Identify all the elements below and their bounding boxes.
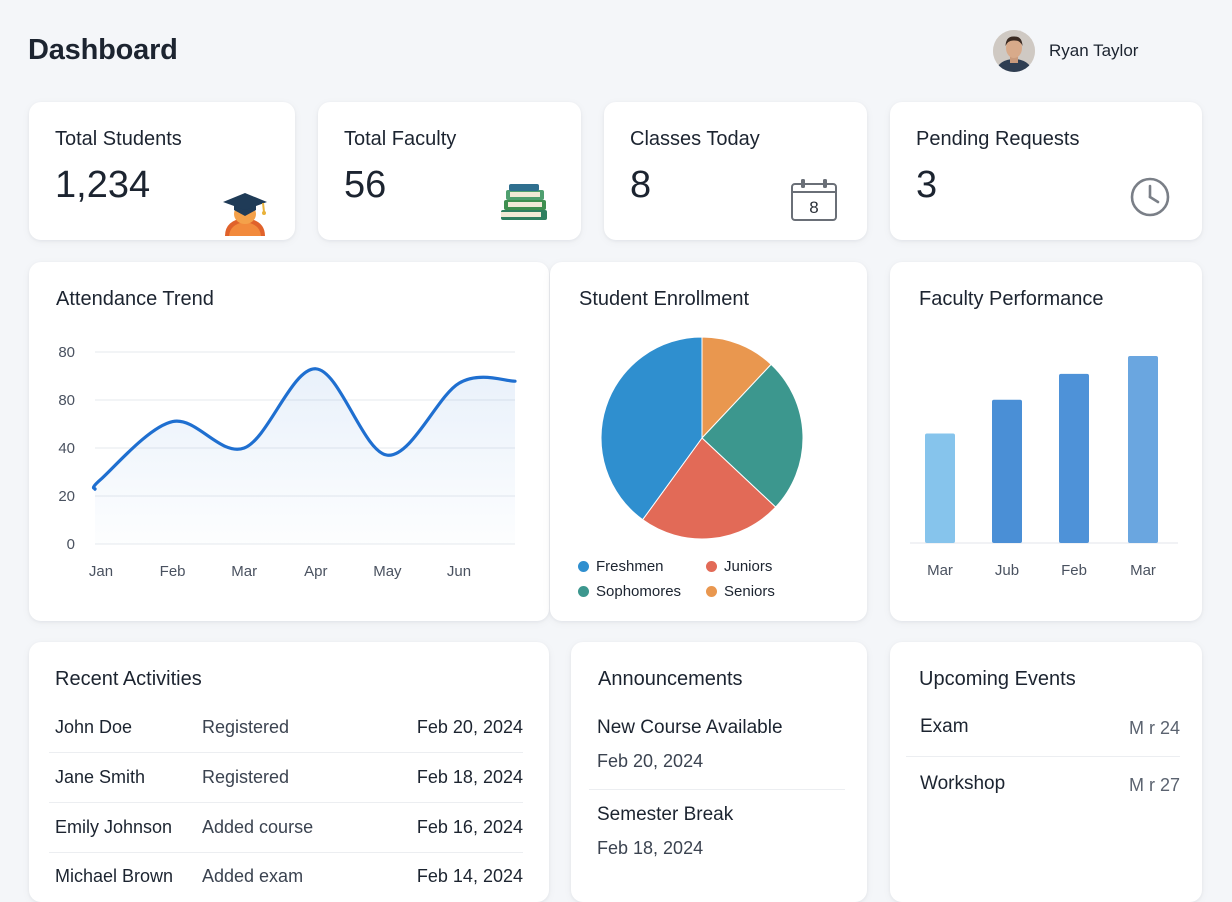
table-row[interactable]: Michael Brown Added exam Feb 14, 2024 xyxy=(49,852,523,902)
attendance-chart: 0 20 40 80 80 Jan Feb Mar Apr May Jun xyxy=(29,262,549,621)
stat-card-faculty[interactable]: Total Faculty 56 xyxy=(318,102,581,240)
event-item[interactable]: Exam M r 24 xyxy=(906,706,1180,750)
card-title: Recent Activities xyxy=(55,668,202,691)
x-tick-label: Jub xyxy=(995,562,1019,579)
table-row[interactable]: Emily Johnson Added course Feb 16, 2024 xyxy=(49,803,523,853)
activity-name: John Doe xyxy=(55,717,132,738)
legend-swatch xyxy=(578,561,589,572)
attendance-card: Attendance Trend 020408080JanFebMarAprMa… xyxy=(29,262,549,621)
activity-action: Registered xyxy=(202,717,289,738)
stat-label: Total Students xyxy=(55,128,182,151)
events-card: Upcoming Events Exam M r 24 Workshop M r… xyxy=(890,642,1202,902)
stat-value: 3 xyxy=(916,164,937,207)
legend-label: Freshmen xyxy=(596,558,664,575)
stat-label: Pending Requests xyxy=(916,128,1079,151)
x-tick-label: Jun xyxy=(447,563,471,580)
stat-label: Classes Today xyxy=(630,128,760,151)
performance-card: Faculty Performance MarJubFebMar xyxy=(890,262,1202,621)
announcement-date: Feb 18, 2024 xyxy=(597,838,845,859)
announcement-item[interactable]: New Course Available Feb 20, 2024 xyxy=(589,717,845,772)
x-tick-label: May xyxy=(373,563,402,580)
event-item[interactable]: Workshop M r 27 xyxy=(906,763,1180,807)
performance-chart: Mar Jub Feb Mar xyxy=(890,262,1202,621)
clock-icon xyxy=(1129,176,1171,223)
divider xyxy=(589,789,845,790)
event-name: Exam xyxy=(920,716,969,738)
table-row[interactable]: Jane Smith Registered Feb 18, 2024 xyxy=(49,753,523,803)
stat-value: 56 xyxy=(344,164,386,207)
x-tick-label: Mar xyxy=(927,562,953,579)
card-title: Announcements xyxy=(598,668,743,691)
activity-name: Michael Brown xyxy=(55,866,173,887)
legend-label: Juniors xyxy=(724,558,772,575)
activity-date: Feb 16, 2024 xyxy=(417,817,523,838)
bar[interactable] xyxy=(1059,374,1089,543)
enrollment-card: Student Enrollment FreshmenJuniorsSophom… xyxy=(550,262,867,621)
legend-item-freshmen: Freshmen xyxy=(578,558,706,575)
books-icon xyxy=(498,182,550,229)
x-tick-label: Feb xyxy=(160,563,186,580)
event-date: M r 24 xyxy=(1129,718,1180,739)
announcement-title: Semester Break xyxy=(597,804,845,826)
graduate-icon xyxy=(219,190,271,241)
recent-activities-card: Recent Activities John Doe Registered Fe… xyxy=(29,642,549,902)
y-tick-label: 80 xyxy=(58,392,75,409)
stat-label: Total Faculty xyxy=(344,128,456,151)
stat-card-classes[interactable]: Classes Today 8 8 xyxy=(604,102,867,240)
y-tick-label: 40 xyxy=(58,440,75,457)
legend-swatch xyxy=(706,561,717,572)
activity-action: Added course xyxy=(202,817,313,838)
legend-item-sophomores: Sophomores xyxy=(578,583,706,600)
stat-value: 1,234 xyxy=(55,164,150,207)
activity-action: Added exam xyxy=(202,866,303,887)
legend-swatch xyxy=(706,586,717,597)
card-title: Upcoming Events xyxy=(919,668,1076,691)
announcement-item[interactable]: Semester Break Feb 18, 2024 xyxy=(589,804,845,859)
legend-item-seniors: Seniors xyxy=(706,583,848,600)
announcement-date: Feb 20, 2024 xyxy=(597,751,845,772)
announcement-title: New Course Available xyxy=(597,717,845,739)
x-tick-label: Apr xyxy=(304,563,327,580)
activity-name: Jane Smith xyxy=(55,767,145,788)
bar[interactable] xyxy=(992,400,1022,543)
stat-card-requests[interactable]: Pending Requests 3 xyxy=(890,102,1202,240)
divider xyxy=(906,756,1180,757)
enrollment-chart xyxy=(550,262,867,552)
activity-date: Feb 20, 2024 xyxy=(417,717,523,738)
page-title: Dashboard xyxy=(28,34,178,67)
bar[interactable] xyxy=(925,434,955,543)
stat-value: 8 xyxy=(630,164,651,207)
x-tick-label: Mar xyxy=(231,563,257,580)
table-row[interactable]: John Doe Registered Feb 20, 2024 xyxy=(49,703,523,753)
calendar-icon: 8 xyxy=(790,178,838,227)
calendar-day: 8 xyxy=(809,198,818,217)
legend-label: Seniors xyxy=(724,583,775,600)
attendance-area xyxy=(93,369,515,544)
x-tick-label: Mar xyxy=(1130,562,1156,579)
x-tick-label: Jan xyxy=(89,563,113,580)
legend-item-juniors: Juniors xyxy=(706,558,848,575)
legend-swatch xyxy=(578,586,589,597)
activity-date: Feb 14, 2024 xyxy=(417,866,523,887)
event-name: Workshop xyxy=(920,773,1005,795)
activity-name: Emily Johnson xyxy=(55,817,172,838)
y-tick-label: 0 xyxy=(67,536,75,553)
x-tick-label: Feb xyxy=(1061,562,1087,579)
user-name: Ryan Taylor xyxy=(1049,41,1138,61)
activity-action: Registered xyxy=(202,767,289,788)
bar[interactable] xyxy=(1128,356,1158,543)
legend-label: Sophomores xyxy=(596,583,681,600)
avatar[interactable] xyxy=(993,30,1035,72)
enrollment-legend: Freshmen Juniors Sophomores Seniors xyxy=(578,558,848,600)
user-menu[interactable]: Ryan Taylor xyxy=(993,28,1138,74)
event-date: M r 27 xyxy=(1129,775,1180,796)
activity-date: Feb 18, 2024 xyxy=(417,767,523,788)
y-tick-label: 80 xyxy=(58,344,75,361)
announcements-card: Announcements New Course Available Feb 2… xyxy=(571,642,867,902)
y-tick-label: 20 xyxy=(58,488,75,505)
stat-card-students[interactable]: Total Students 1,234 xyxy=(29,102,295,240)
